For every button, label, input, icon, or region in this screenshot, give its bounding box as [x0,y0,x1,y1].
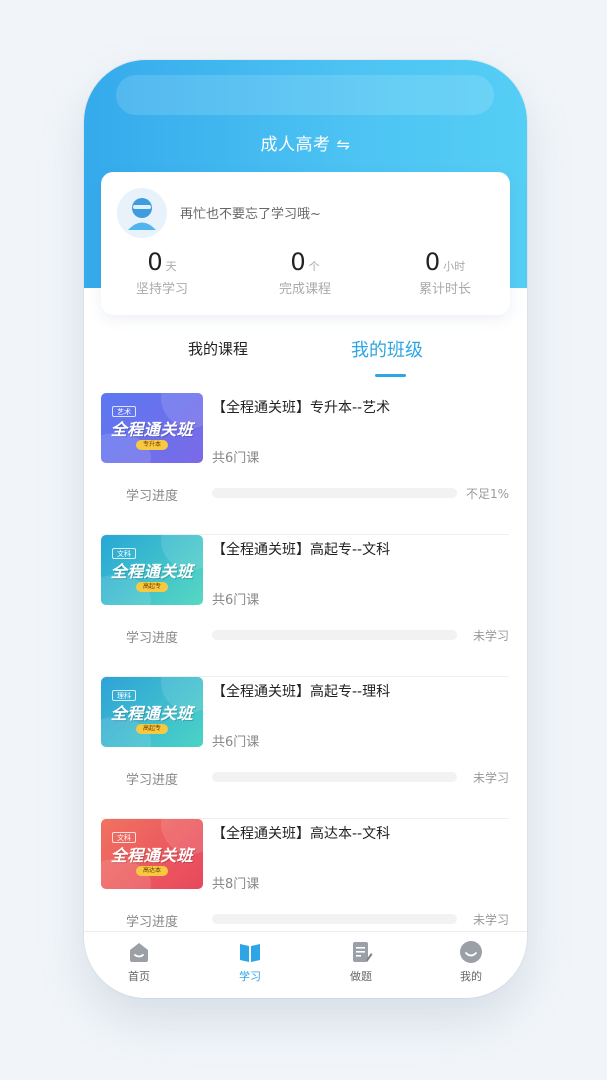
tab-my-courses[interactable]: 我的课程 [188,338,248,359]
progress-bar [212,772,457,782]
stat-hours: 0 小时 累计时长 [377,248,513,297]
app-title-switcher[interactable]: 成人高考 ⇋ [84,130,527,155]
progress-label: 学习进度 [126,631,179,646]
thumbnail-level-pill: 高达本 [136,866,168,876]
thumbnail-headline: 全程通关班 [110,562,194,581]
app-title: 成人高考 [260,135,331,155]
class-list-item[interactable]: 理科 全程通关班 高起专 【全程通关班】高起专--理科 共6门课 学习进度 未学… [101,677,509,819]
class-title[interactable]: 【全程通关班】高起专--理科 [212,681,390,701]
progress-bar [212,488,457,498]
stat-unit: 天 [165,260,177,273]
lesson-count: 共6门课 [212,451,260,466]
class-thumbnail[interactable]: 理科 全程通关班 高起专 [101,677,203,747]
status-bar [116,75,494,115]
class-list-item[interactable]: 文科 全程通关班 高起专 【全程通关班】高起专--文科 共6门课 学习进度 未学… [101,535,509,677]
stat-courses: 0个 完成课程 [237,248,373,297]
bottom-nav: 首页 学习 做题 我的 [84,931,527,998]
progress-status: 未学习 [472,629,509,643]
stat-unit: 小时 [443,260,466,273]
progress-bar [212,630,457,640]
tab-my-classes[interactable]: 我的班级 [351,336,423,362]
class-thumbnail[interactable]: 文科 全程通关班 高达本 [101,819,203,889]
stat-value: 0 [290,248,306,276]
nav-item-exercise[interactable]: 做题 [331,940,391,984]
stat-value: 0 [424,248,441,276]
avatar-icon [128,198,156,230]
progress-status: 不足1% [465,487,509,501]
nav-item-home[interactable]: 首页 [109,940,169,984]
lesson-count: 共8门课 [212,877,260,892]
exercise-icon [353,942,373,962]
stat-value: 0 [147,248,163,276]
thumbnail-level-pill: 高起专 [136,724,168,734]
nav-label: 首页 [128,970,150,983]
class-title[interactable]: 【全程通关班】专升本--艺术 [212,397,390,417]
thumbnail-headline: 全程通关班 [110,420,194,439]
thumbnail-level-pill: 高起专 [136,582,168,592]
course-tabs: 我的课程 我的班级 [84,330,527,380]
progress-status: 未学习 [472,913,509,927]
class-thumbnail[interactable]: 艺术 全程通关班 专升本 [101,393,203,463]
profile-icon [460,941,482,963]
thumbnail-headline: 全程通关班 [110,846,194,865]
progress-status: 未学习 [472,771,509,785]
lesson-count: 共6门课 [212,735,260,750]
nav-label: 做题 [350,970,372,983]
greeting-text: 再忙也不要忘了学习哦~ [180,207,321,222]
class-title[interactable]: 【全程通关班】高起专--文科 [212,539,390,559]
progress-bar [212,914,457,924]
profile-card: 再忙也不要忘了学习哦~ 0天 坚持学习 0个 完成课程 0 小时 累计时长 [101,172,510,315]
class-list-item[interactable]: 艺术 全程通关班 专升本 【全程通关班】专升本--艺术 共6门课 学习进度 不足… [101,393,509,535]
home-icon [130,943,148,962]
class-title[interactable]: 【全程通关班】高达本--文科 [212,823,390,843]
switch-icon[interactable]: ⇋ [337,135,351,154]
thumbnail-level-pill: 专升本 [136,440,168,450]
stat-label: 累计时长 [418,282,471,297]
stat-unit: 个 [308,260,320,273]
class-thumbnail[interactable]: 文科 全程通关班 高起专 [101,535,203,605]
progress-label: 学习进度 [126,915,179,930]
stat-days: 0天 坚持学习 [94,248,230,297]
phone-frame: 成人高考 ⇋ 再忙也不要忘了学习哦~ 0天 坚持学习 0个 完成课程 0 小时 累计… [84,60,527,998]
book-icon [240,944,260,962]
progress-label: 学习进度 [126,489,179,504]
lesson-count: 共6门课 [212,593,260,608]
active-tab-indicator [375,374,406,377]
avatar[interactable] [117,188,167,238]
stat-label: 完成课程 [278,282,331,297]
nav-item-profile[interactable]: 我的 [441,940,501,984]
stat-label: 坚持学习 [135,282,188,297]
class-list: 艺术 全程通关班 专升本 【全程通关班】专升本--艺术 共6门课 学习进度 不足… [101,393,509,961]
progress-label: 学习进度 [126,773,179,788]
thumbnail-headline: 全程通关班 [110,704,194,723]
nav-label: 我的 [460,970,482,983]
nav-item-study[interactable]: 学习 [220,940,280,984]
nav-label: 学习 [239,970,261,983]
